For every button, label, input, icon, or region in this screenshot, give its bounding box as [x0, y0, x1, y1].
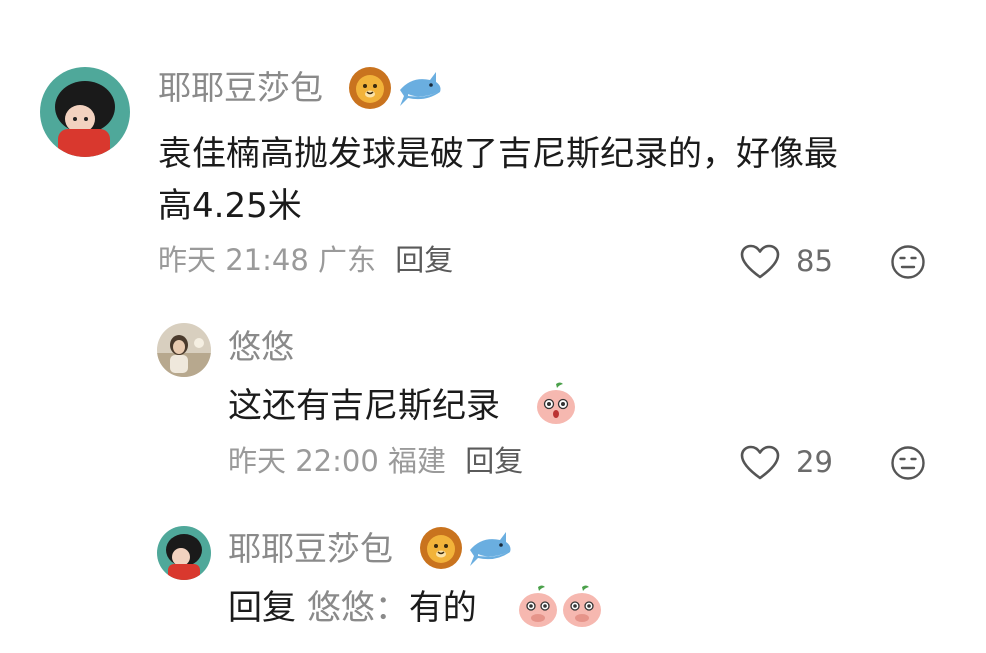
comment-time: 昨天 22:00: [228, 444, 379, 478]
dislike-face-icon[interactable]: [890, 244, 926, 280]
comment-text: 袁佳楠高抛发球是破了吉尼斯纪录的，好像最: [158, 134, 838, 174]
comment-meta: 昨天 21:48 广东 回复: [158, 246, 453, 275]
dislike-face-icon[interactable]: [890, 445, 926, 481]
username[interactable]: 耶耶豆莎包: [158, 71, 323, 104]
shark-icon: [400, 72, 441, 106]
shark-icon: [470, 532, 511, 566]
peach-surprised-icon: [537, 382, 575, 424]
comment-location: 福建: [388, 444, 447, 478]
avatar[interactable]: [40, 67, 130, 157]
like-count: 29: [796, 445, 833, 479]
comment-text: 这还有吉尼斯纪录: [228, 386, 500, 426]
peach-shy-icon: [563, 585, 601, 627]
reply-target-user[interactable]: 悠悠：: [307, 588, 409, 628]
username[interactable]: 悠悠: [228, 330, 294, 363]
lion-face-icon: [420, 527, 462, 569]
like-count: 85: [796, 244, 833, 278]
peach-shy-icon: [519, 585, 557, 627]
comment-text: 回复 悠悠：有的: [228, 588, 477, 628]
avatar[interactable]: [157, 323, 211, 377]
heart-icon[interactable]: [740, 445, 780, 481]
reply-button[interactable]: 回复: [395, 243, 453, 277]
reply-prefix: 回复: [228, 588, 296, 628]
avatar[interactable]: [157, 526, 211, 580]
comment-meta: 昨天 22:00 福建 回复: [228, 447, 523, 476]
reply-button[interactable]: 回复: [465, 444, 523, 478]
lion-face-icon: [349, 67, 391, 109]
heart-icon[interactable]: [740, 244, 780, 280]
username[interactable]: 耶耶豆莎包: [228, 532, 393, 565]
comment-text: 高4.25米: [158, 186, 302, 226]
comment-location: 广东: [318, 243, 377, 277]
comment-time: 昨天 21:48: [158, 243, 309, 277]
